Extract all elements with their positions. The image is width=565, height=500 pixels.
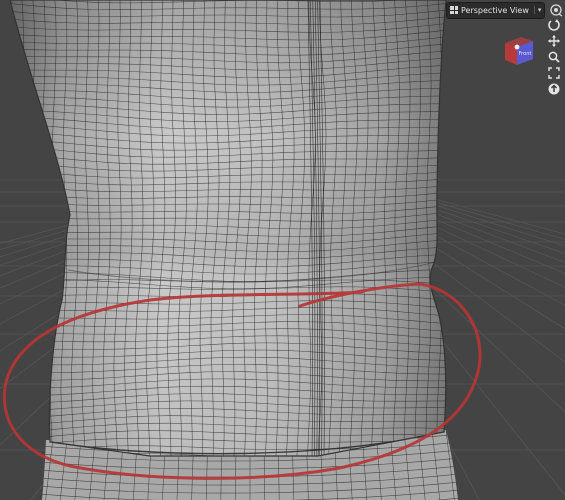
pan-icon[interactable]: [547, 34, 561, 48]
camera-icon[interactable]: [548, 2, 564, 18]
navigation-toolbar: [546, 18, 562, 96]
view-cube-gizmo[interactable]: Front: [501, 33, 537, 69]
view-header: Perspective View ▾: [446, 1, 565, 19]
view-name-label: Perspective View: [461, 5, 529, 15]
gizmo-face-label: Front: [519, 51, 532, 57]
view-grid-icon: [450, 6, 458, 14]
view-selector[interactable]: Perspective View ▾: [446, 1, 546, 19]
home-icon[interactable]: [547, 82, 561, 96]
viewport-canvas[interactable]: [0, 0, 565, 500]
3d-viewport[interactable]: Perspective View ▾ Front: [0, 0, 565, 500]
zoom-icon[interactable]: [547, 50, 561, 64]
torso-mesh: [9, 0, 447, 457]
frame-icon[interactable]: [547, 66, 561, 80]
chevron-down-icon[interactable]: ▾: [533, 6, 541, 14]
orbit-icon[interactable]: [547, 18, 561, 32]
